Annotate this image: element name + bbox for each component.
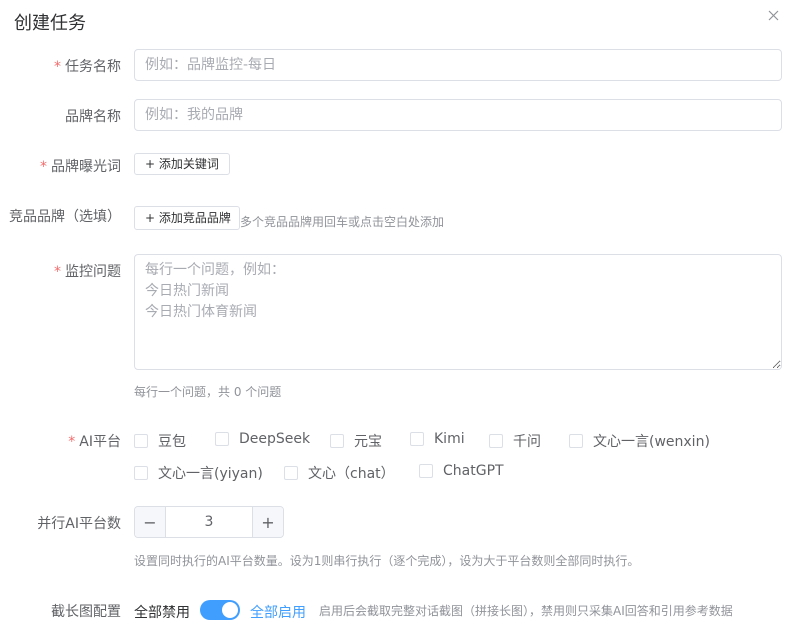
add-keyword-button[interactable]: + 添加关键词: [134, 153, 230, 175]
task-name-input[interactable]: [134, 49, 782, 81]
parallel-hint: 设置同时执行的AI平台数量。设为1则串行执行（逐个完成），设为大于平台数则全部同…: [134, 554, 640, 568]
add-competitor-button[interactable]: + 添加竞品品牌: [134, 206, 240, 230]
brand-name-input[interactable]: [134, 99, 782, 131]
close-button[interactable]: [764, 6, 782, 24]
platform-checkbox-yuanbao[interactable]: 元宝: [330, 431, 382, 451]
platform-checkbox-wenxin-chat[interactable]: 文心（chat）: [284, 463, 395, 483]
switch-knob: [222, 602, 238, 618]
platform-checkbox-deepseek[interactable]: DeepSeek: [215, 431, 310, 447]
competitors-label: 竞品品牌（选填）: [9, 209, 121, 225]
checkbox-box[interactable]: [419, 464, 433, 478]
platforms-label: * AI平台: [68, 434, 121, 450]
decrement-button[interactable]: −: [135, 507, 166, 537]
checkbox-box[interactable]: [215, 432, 229, 446]
platform-checkbox-wenxin[interactable]: 文心一言(wenxin): [569, 431, 710, 451]
switch-off-text[interactable]: 全部禁用: [134, 602, 190, 622]
questions-hint: 每行一个问题，共 0 个问题: [134, 385, 282, 399]
checkbox-box[interactable]: [134, 466, 148, 480]
checkbox-box[interactable]: [569, 434, 583, 448]
parallel-stepper: − 3 +: [134, 506, 284, 538]
checkbox-box[interactable]: [489, 434, 503, 448]
questions-textarea[interactable]: [134, 254, 782, 370]
platform-checkbox-kimi[interactable]: Kimi: [410, 431, 465, 447]
platform-checkbox-chatgpt[interactable]: ChatGPT: [419, 463, 504, 479]
screenshot-hint: 启用后会截取完整对话截图（拼接长图），禁用则只采集AI回答和引用参考数据: [319, 604, 733, 618]
brand-name-label: 品牌名称: [65, 109, 121, 125]
dialog-title: 创建任务: [14, 13, 86, 34]
screenshot-switch[interactable]: [200, 600, 240, 620]
checkbox-box[interactable]: [134, 434, 148, 448]
brand-keywords-label: * 品牌曝光词: [40, 159, 121, 175]
competitors-hint: 多个竞品品牌用回车或点击空白处添加: [240, 215, 445, 229]
platform-checkbox-qianwen[interactable]: 千问: [489, 431, 541, 451]
checkbox-box[interactable]: [410, 432, 424, 446]
increment-button[interactable]: +: [252, 507, 283, 537]
close-icon: [768, 10, 778, 20]
switch-on-text[interactable]: 全部启用: [250, 602, 306, 622]
platform-checkbox-yiyan[interactable]: 文心一言(yiyan): [134, 463, 263, 483]
questions-label: * 监控问题: [54, 264, 121, 280]
checkbox-box[interactable]: [284, 466, 298, 480]
checkbox-box[interactable]: [330, 434, 344, 448]
parallel-label: 并行AI平台数: [37, 516, 121, 532]
platform-checkbox-doubao[interactable]: 豆包: [134, 431, 186, 451]
task-name-label: * 任务名称: [54, 59, 121, 75]
screenshot-label: 截长图配置: [51, 604, 121, 620]
parallel-value[interactable]: 3: [166, 507, 252, 537]
